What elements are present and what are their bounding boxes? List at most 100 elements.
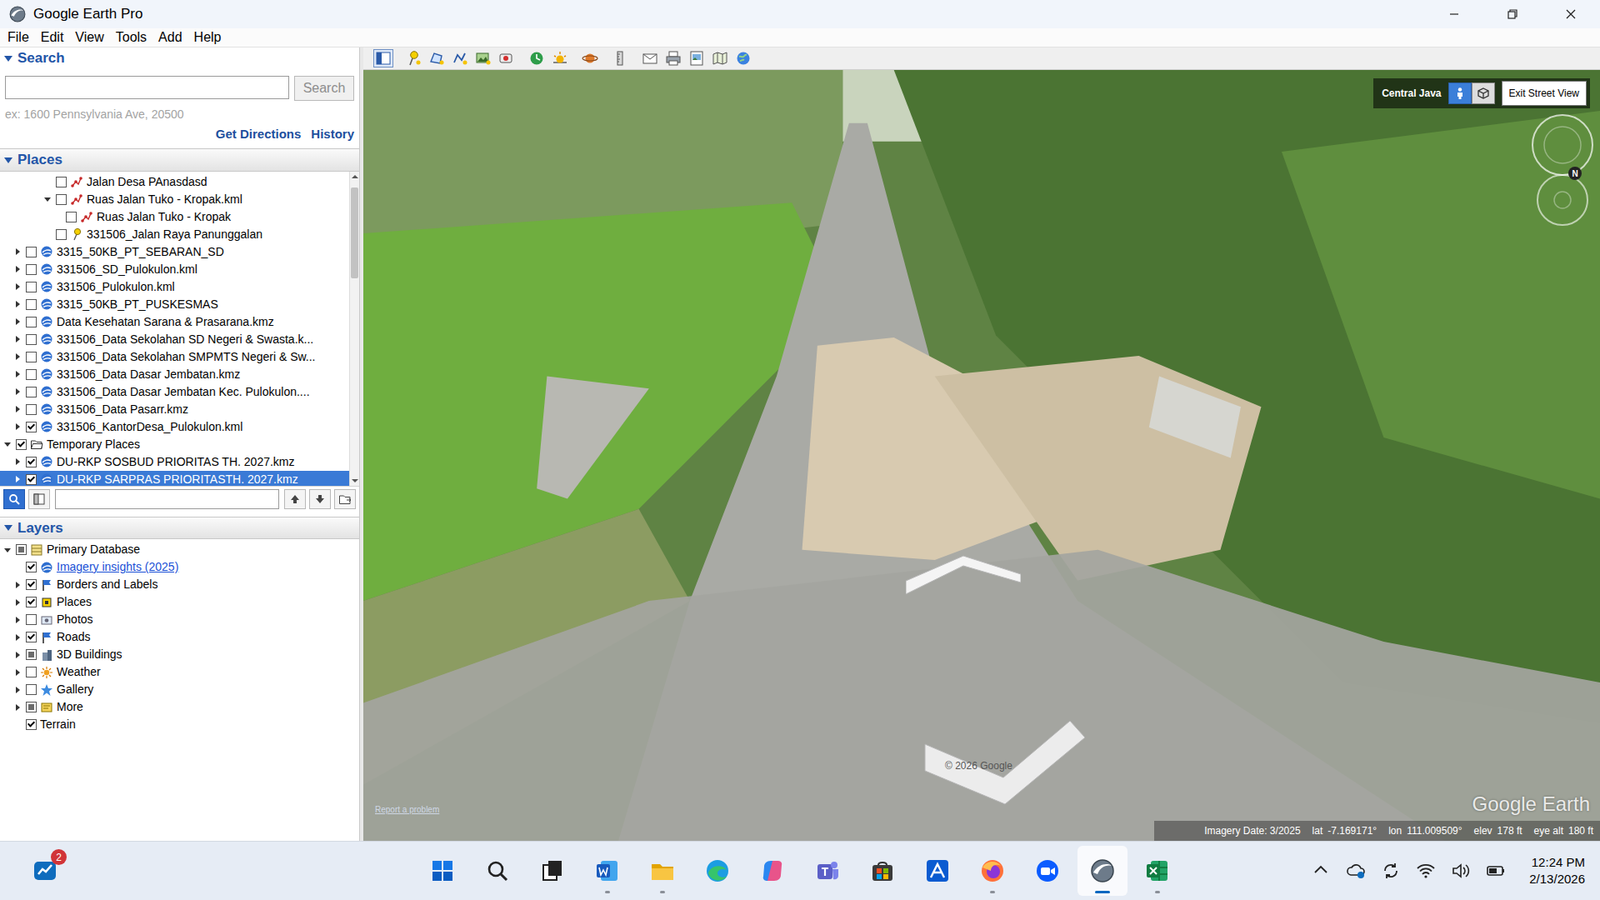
layer-item[interactable]: Places <box>0 593 360 611</box>
checkbox[interactable] <box>25 701 37 713</box>
checkbox[interactable] <box>25 334 37 345</box>
expand-toggle[interactable] <box>13 351 24 362</box>
search-input[interactable] <box>5 75 290 100</box>
scroll-down-arrow[interactable] <box>350 475 360 486</box>
checkbox[interactable] <box>65 211 77 223</box>
checkbox[interactable] <box>25 666 37 678</box>
zoom-icon[interactable] <box>1022 845 1073 896</box>
checkbox[interactable] <box>25 421 37 433</box>
search-icon[interactable] <box>3 489 25 510</box>
folder-icon[interactable] <box>334 489 356 510</box>
layer-item[interactable]: 3D Buildings <box>0 645 360 664</box>
expand-toggle[interactable] <box>13 474 24 485</box>
expand-toggle[interactable] <box>13 281 24 292</box>
checkbox[interactable] <box>25 631 37 643</box>
checkbox[interactable] <box>25 456 37 468</box>
checkbox[interactable] <box>25 386 37 398</box>
checkbox[interactable] <box>25 561 37 573</box>
checkbox[interactable] <box>25 281 37 293</box>
clock[interactable]: 12:24 PM2/13/2026 <box>1529 854 1585 888</box>
places-item[interactable]: 331506_Data Dasar Jembatan.kmz <box>0 365 350 384</box>
search-icon[interactable] <box>472 845 523 896</box>
checkbox[interactable] <box>25 316 37 328</box>
widgets-icon[interactable]: 2 <box>20 845 70 896</box>
checkbox[interactable] <box>15 544 27 555</box>
checkbox[interactable] <box>25 299 37 310</box>
checkbox[interactable] <box>25 596 37 608</box>
search-header[interactable]: Search <box>0 47 360 70</box>
places-item[interactable]: Data Kesehatan Sarana & Prasarana.kmz <box>0 313 350 331</box>
layer-item[interactable]: Terrain <box>0 715 360 734</box>
expand-toggle[interactable] <box>43 194 54 205</box>
expand-toggle[interactable] <box>3 155 14 165</box>
menu-item[interactable]: Tools <box>110 28 153 47</box>
polygon-icon[interactable] <box>426 49 447 68</box>
places-item[interactable]: 331506_Pulokulon.kml <box>0 278 350 296</box>
places-item[interactable]: 331506_Data Pasarr.kmz <box>0 400 350 419</box>
expand-toggle[interactable] <box>13 597 24 608</box>
volume-icon[interactable] <box>1450 860 1471 881</box>
places-item[interactable]: Jalan Desa PAnasdasd <box>0 173 350 191</box>
email-icon[interactable] <box>640 49 660 68</box>
places-item[interactable]: 331506_Jalan Raya Panunggalan <box>0 225 350 244</box>
earth-icon[interactable] <box>733 49 754 68</box>
teams-icon[interactable] <box>802 845 853 896</box>
layer-item[interactable]: Weather <box>0 663 360 681</box>
north-marker[interactable]: N <box>1568 166 1582 180</box>
menu-item[interactable]: Edit <box>35 28 70 47</box>
checkbox[interactable] <box>55 176 67 188</box>
checkbox[interactable] <box>25 719 37 730</box>
menu-item[interactable]: Help <box>188 28 228 47</box>
places-item[interactable]: 331506_Data Sekolahan SD Negeri & Swasta… <box>0 330 350 349</box>
forward-arrow-icon[interactable] <box>905 554 1021 596</box>
devapp-icon[interactable] <box>912 845 963 896</box>
layer-item[interactable]: More <box>0 698 360 716</box>
places-item[interactable]: 331506_SD_Pulokulon.kml <box>0 260 350 279</box>
restore-icon[interactable] <box>1483 0 1542 29</box>
wifi-icon[interactable] <box>1415 860 1436 881</box>
layer-item[interactable]: Roads <box>0 628 360 646</box>
layer-item[interactable]: Gallery <box>0 680 360 699</box>
print-icon[interactable] <box>663 49 684 68</box>
copilot-icon[interactable] <box>747 845 798 896</box>
expand-toggle[interactable] <box>13 650 24 660</box>
cloud-icon[interactable] <box>1345 860 1366 881</box>
report-problem-link[interactable]: Report a problem <box>375 803 440 816</box>
scroll-up-arrow[interactable] <box>350 171 360 182</box>
firefox-icon[interactable] <box>967 845 1018 896</box>
edge-icon[interactable] <box>692 845 743 896</box>
street-view[interactable]: Central JavaExit Street ViewN© 2026 Goog… <box>363 70 1600 841</box>
checkbox[interactable] <box>25 264 37 275</box>
checkbox[interactable] <box>25 614 37 625</box>
expand-toggle[interactable] <box>13 702 24 713</box>
scroll-track[interactable] <box>350 181 360 476</box>
item-label[interactable]: Imagery insights (2025) <box>56 558 179 576</box>
expand-toggle[interactable] <box>13 685 24 695</box>
checkbox[interactable] <box>25 404 37 415</box>
placemark-icon[interactable] <box>403 49 424 68</box>
tour-icon[interactable] <box>496 49 517 68</box>
start-icon[interactable] <box>417 845 468 896</box>
word-icon[interactable] <box>582 845 633 896</box>
exit-street-view-button[interactable]: Exit Street View <box>1501 80 1587 106</box>
expand-toggle[interactable] <box>13 667 24 678</box>
checkbox[interactable] <box>25 474 37 485</box>
up-icon[interactable] <box>284 489 306 510</box>
places-item[interactable]: Ruas Jalan Tuko - Kropak <box>0 208 350 226</box>
places-item[interactable]: 331506_KantorDesa_Pulokulon.kml <box>0 418 350 436</box>
places-header[interactable]: Places <box>0 148 360 172</box>
taskview-icon[interactable] <box>527 845 578 896</box>
close-icon[interactable] <box>1541 0 1600 29</box>
places-item[interactable]: DU-RKP SARPRAS PRIORITASTH. 2027.kmz <box>0 470 350 486</box>
checkbox[interactable] <box>25 684 37 695</box>
places-item[interactable]: 3315_50KB_PT_SEBARAN_SD <box>0 243 350 261</box>
expand-toggle[interactable] <box>13 264 24 275</box>
checkbox[interactable] <box>15 439 27 450</box>
expand-toggle[interactable] <box>3 439 14 450</box>
expand-toggle[interactable] <box>13 334 24 345</box>
earth-icon[interactable] <box>1077 845 1128 896</box>
explorer-icon[interactable] <box>637 845 688 896</box>
checkbox[interactable] <box>25 246 37 258</box>
person-icon[interactable] <box>1448 82 1472 105</box>
scroll-thumb[interactable] <box>350 187 359 279</box>
